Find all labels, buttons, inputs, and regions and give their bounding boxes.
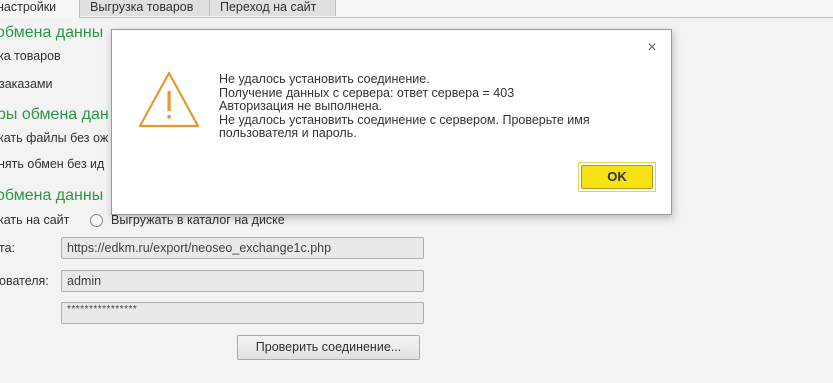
ok-button-focus: OK [578,162,656,192]
error-line-5: пользователя и пароль. [219,126,357,141]
error-message: Не удалось установить соединение. Получе… [219,72,659,141]
ok-button[interactable]: OK [581,165,653,189]
warning-triangle-icon [138,71,200,128]
close-icon[interactable]: × [644,40,660,56]
error-line-1: Не удалось установить соединение. [219,72,430,86]
error-line-3: Авторизация не выполнена. [219,99,383,114]
error-dialog: × Не удалось установить соединение. Полу… [111,29,672,215]
error-line-4: Не удалось установить соединение с серве… [219,112,590,127]
page: настройки Выгрузка товаров Переход на са… [0,0,833,383]
error-line-2: Получение данных с сервера: ответ сервер… [219,85,515,100]
